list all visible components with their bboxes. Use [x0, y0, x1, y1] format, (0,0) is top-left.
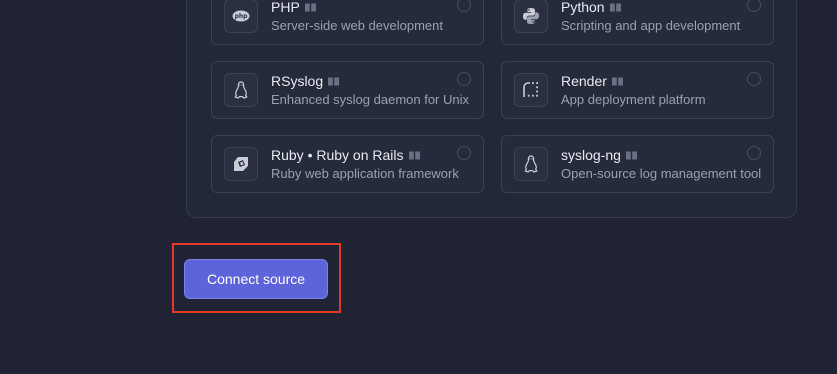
linux-penguin-icon: [514, 147, 548, 181]
book-icon: [408, 151, 420, 160]
source-title: Python: [561, 0, 605, 15]
source-card-ruby[interactable]: Ruby • Ruby on Rails Ruby web applicatio…: [211, 135, 484, 193]
source-description: App deployment platform: [561, 92, 706, 107]
book-icon: [304, 3, 316, 12]
linux-penguin-icon: [224, 73, 258, 107]
source-description: Enhanced syslog daemon for Unix: [271, 92, 470, 107]
book-icon: [625, 151, 637, 160]
select-radio[interactable]: [457, 72, 471, 86]
source-title: RSyslog: [271, 73, 324, 89]
source-description: Ruby web application framework: [271, 166, 459, 181]
source-card-python[interactable]: Python Scripting and app development: [501, 0, 774, 45]
source-title: syslog-ng: [561, 147, 621, 163]
source-card-syslog-ng[interactable]: syslog-ng Open-source log management too…: [501, 135, 774, 193]
svg-text:php: php: [235, 13, 249, 20]
connect-source-button[interactable]: Connect source: [184, 259, 328, 299]
book-icon: [611, 77, 623, 86]
source-card-render[interactable]: Render App deployment platform: [501, 61, 774, 119]
source-description: Server-side web development: [271, 18, 443, 33]
select-radio[interactable]: [457, 0, 471, 12]
render-icon: [514, 73, 548, 107]
select-radio[interactable]: [747, 146, 761, 160]
source-description: Scripting and app development: [561, 18, 741, 33]
ruby-icon: [224, 147, 258, 181]
book-icon: [609, 3, 621, 12]
source-title: Render: [561, 73, 607, 89]
source-list-panel: php PHP Server-side web development Pyth…: [186, 0, 797, 218]
source-description: Open-source log management tool: [561, 166, 762, 181]
source-title: Ruby • Ruby on Rails: [271, 147, 404, 163]
source-card-php[interactable]: php PHP Server-side web development: [211, 0, 484, 45]
select-radio[interactable]: [747, 72, 761, 86]
select-radio[interactable]: [747, 0, 761, 12]
book-icon: [328, 77, 340, 86]
php-icon: php: [224, 0, 258, 33]
source-title: PHP: [271, 0, 300, 15]
select-radio[interactable]: [457, 146, 471, 160]
python-icon: [514, 0, 548, 33]
source-card-rsyslog[interactable]: RSyslog Enhanced syslog daemon for Unix: [211, 61, 484, 119]
